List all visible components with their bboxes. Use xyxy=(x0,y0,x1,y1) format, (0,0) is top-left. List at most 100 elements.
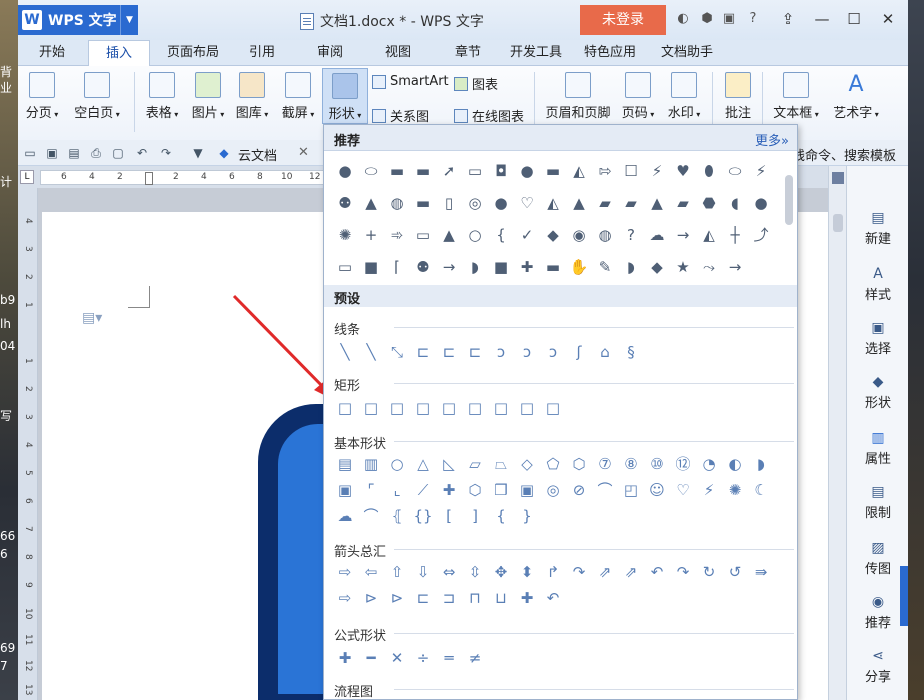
basic-shape-icon[interactable]: ⑫ xyxy=(670,451,696,477)
formula-shape-icon[interactable]: ✚ xyxy=(332,643,358,673)
basic-shape-icon[interactable]: ⌞ xyxy=(384,477,410,503)
rectangle-shape-icon[interactable]: □ xyxy=(540,393,566,423)
recommended-shape-icon[interactable]: ◍ xyxy=(592,219,618,251)
arrow-shape-icon[interactable]: ⇨ xyxy=(332,585,358,611)
recommended-shape-icon[interactable]: ✋ xyxy=(566,251,592,283)
cloud-docs-tab[interactable]: 云文档 xyxy=(238,145,277,164)
indent-marker[interactable] xyxy=(145,172,153,185)
arrow-shape-icon[interactable]: ⊓ xyxy=(462,585,488,611)
export-pdf-icon[interactable]: ▤ xyxy=(66,145,82,161)
online-chart-button[interactable]: 在线图表 xyxy=(454,106,524,125)
basic-shape-icon[interactable]: ☁ xyxy=(332,503,358,529)
tab-home[interactable]: 开始 xyxy=(26,40,78,66)
recommended-shape-icon[interactable]: ⤴ xyxy=(748,219,774,251)
recommended-shape-icon[interactable]: ▲ xyxy=(436,219,462,251)
shapes-button[interactable]: 形状 ▾ xyxy=(322,68,368,124)
arrow-shape-icon[interactable]: ↱ xyxy=(540,559,566,585)
scroll-top-icon[interactable] xyxy=(832,172,844,184)
basic-shape-icon[interactable]: ▱ xyxy=(462,451,488,477)
skin-icon[interactable]: ◐ xyxy=(674,10,692,28)
line-shape-icon[interactable]: § xyxy=(618,337,644,367)
line-shape-icon[interactable]: ⊏ xyxy=(462,337,488,367)
vertical-scrollbar[interactable] xyxy=(828,166,846,700)
recommended-shape-icon[interactable]: ┼ xyxy=(722,219,748,251)
recommended-shape-icon[interactable]: ⚉ xyxy=(332,187,358,219)
watermark-button[interactable]: 水印 ▾ xyxy=(664,72,704,121)
recommended-shape-icon[interactable]: ◭ xyxy=(540,187,566,219)
comment-button[interactable]: 批注 xyxy=(720,72,756,121)
recommended-shape-icon[interactable]: → xyxy=(722,251,748,283)
smartart-button[interactable]: SmartArt xyxy=(372,74,449,89)
recommended-shape-icon[interactable]: ⬭ xyxy=(722,155,748,187)
basic-shape-icon[interactable]: ◔ xyxy=(696,451,722,477)
search-template-text[interactable]: 线命令、搜索模板 xyxy=(792,145,896,164)
arrow-shape-icon[interactable]: ⇦ xyxy=(358,559,384,585)
screenshot-button[interactable]: 截屏 ▾ xyxy=(278,72,318,121)
tab-review[interactable]: 审阅 xyxy=(308,40,352,66)
restore-layout-icon[interactable]: ⇪ xyxy=(774,8,802,30)
table-button[interactable]: 表格 ▾ xyxy=(142,72,182,121)
settings-icon[interactable]: ⬢ xyxy=(698,10,716,28)
recommended-shape-icon[interactable]: ☐ xyxy=(618,155,644,187)
recommended-shape-icon[interactable]: ◭ xyxy=(566,155,592,187)
arrow-shape-icon[interactable]: ⇳ xyxy=(462,559,488,585)
recommended-shape-icon[interactable]: ◗ xyxy=(618,251,644,283)
arrow-shape-icon[interactable]: ↺ xyxy=(722,559,748,585)
recommended-shape-icon[interactable]: ⌈ xyxy=(384,251,410,283)
panel-scrollbar[interactable] xyxy=(785,175,793,225)
side-restrict[interactable]: ▤ 限制 xyxy=(847,484,909,521)
basic-shape-icon[interactable]: [ xyxy=(436,503,462,529)
recommended-shape-icon[interactable]: ▬ xyxy=(410,187,436,219)
chart-button[interactable]: 图表 xyxy=(454,74,498,93)
tab-special[interactable]: 特色应用 xyxy=(580,40,640,66)
recommended-shape-icon[interactable]: ⬭ xyxy=(358,155,384,187)
recommended-shape-icon[interactable]: ■ xyxy=(358,251,384,283)
arrow-shape-icon[interactable]: ✥ xyxy=(488,559,514,585)
arrow-shape-icon[interactable]: ↷ xyxy=(670,559,696,585)
arrow-shape-icon[interactable]: ⇗ xyxy=(618,559,644,585)
recommended-shape-icon[interactable]: ⚡ xyxy=(644,155,670,187)
line-shape-icon[interactable]: ⊏ xyxy=(410,337,436,367)
basic-shape-icon[interactable]: ⬡ xyxy=(462,477,488,503)
chevron-down-icon[interactable]: ▼ xyxy=(120,5,138,35)
recommended-shape-icon[interactable]: ◆ xyxy=(540,219,566,251)
redo-icon[interactable]: ↷ xyxy=(158,145,174,161)
print-icon[interactable]: ⎙ xyxy=(88,145,104,161)
basic-shape-icon[interactable]: ○ xyxy=(384,451,410,477)
recommended-shape-icon[interactable]: ● xyxy=(514,155,540,187)
basic-shape-icon[interactable]: ❒ xyxy=(488,477,514,503)
recommended-shape-icon[interactable]: ➚ xyxy=(436,155,462,187)
recommended-shape-icon[interactable]: ✓ xyxy=(514,219,540,251)
line-shape-icon[interactable]: ╲ xyxy=(358,337,384,367)
arrow-shape-icon[interactable]: ⊐ xyxy=(436,585,462,611)
recommended-shape-icon[interactable]: ☁ xyxy=(644,219,670,251)
tab-page-layout[interactable]: 页面布局 xyxy=(158,40,228,66)
basic-shape-icon[interactable]: ⬡ xyxy=(566,451,592,477)
recommended-shape-icon[interactable]: ⤳ xyxy=(696,251,722,283)
undo-icon[interactable]: ↶ xyxy=(134,145,150,161)
basic-shape-icon[interactable]: ◗ xyxy=(748,451,774,477)
maximize-button[interactable]: ☐ xyxy=(840,8,868,30)
arrow-shape-icon[interactable]: ⊔ xyxy=(488,585,514,611)
arrow-shape-icon[interactable]: ↶ xyxy=(644,559,670,585)
arrow-shape-icon[interactable]: ↻ xyxy=(696,559,722,585)
login-button[interactable]: 未登录 xyxy=(580,5,666,35)
basic-shape-icon[interactable]: ⦃ xyxy=(384,503,410,529)
recommended-shape-icon[interactable]: + xyxy=(358,219,384,251)
rectangle-shape-icon[interactable]: □ xyxy=(332,393,358,423)
basic-shape-icon[interactable]: ◐ xyxy=(722,451,748,477)
formula-shape-icon[interactable]: ÷ xyxy=(410,643,436,673)
wordart-button[interactable]: A 艺术字 ▾ xyxy=(828,72,884,121)
arrow-shape-icon[interactable]: ↶ xyxy=(540,585,566,611)
paste-options-icon[interactable]: ▤▾ xyxy=(82,310,102,326)
recommended-shape-icon[interactable]: ● xyxy=(332,155,358,187)
recommended-shape-icon[interactable]: ⚉ xyxy=(410,251,436,283)
help-icon[interactable]: ? xyxy=(744,10,762,28)
basic-shape-icon[interactable]: ▣ xyxy=(332,477,358,503)
recommended-shape-icon[interactable]: ⬮ xyxy=(696,155,722,187)
rectangle-shape-icon[interactable]: □ xyxy=(436,393,462,423)
picture-button[interactable]: 图片 ▾ xyxy=(188,72,228,121)
basic-shape-icon[interactable]: ♡ xyxy=(670,477,696,503)
side-select[interactable]: ▣ 选择 xyxy=(847,320,909,357)
open-icon[interactable]: ▭ xyxy=(22,145,38,161)
